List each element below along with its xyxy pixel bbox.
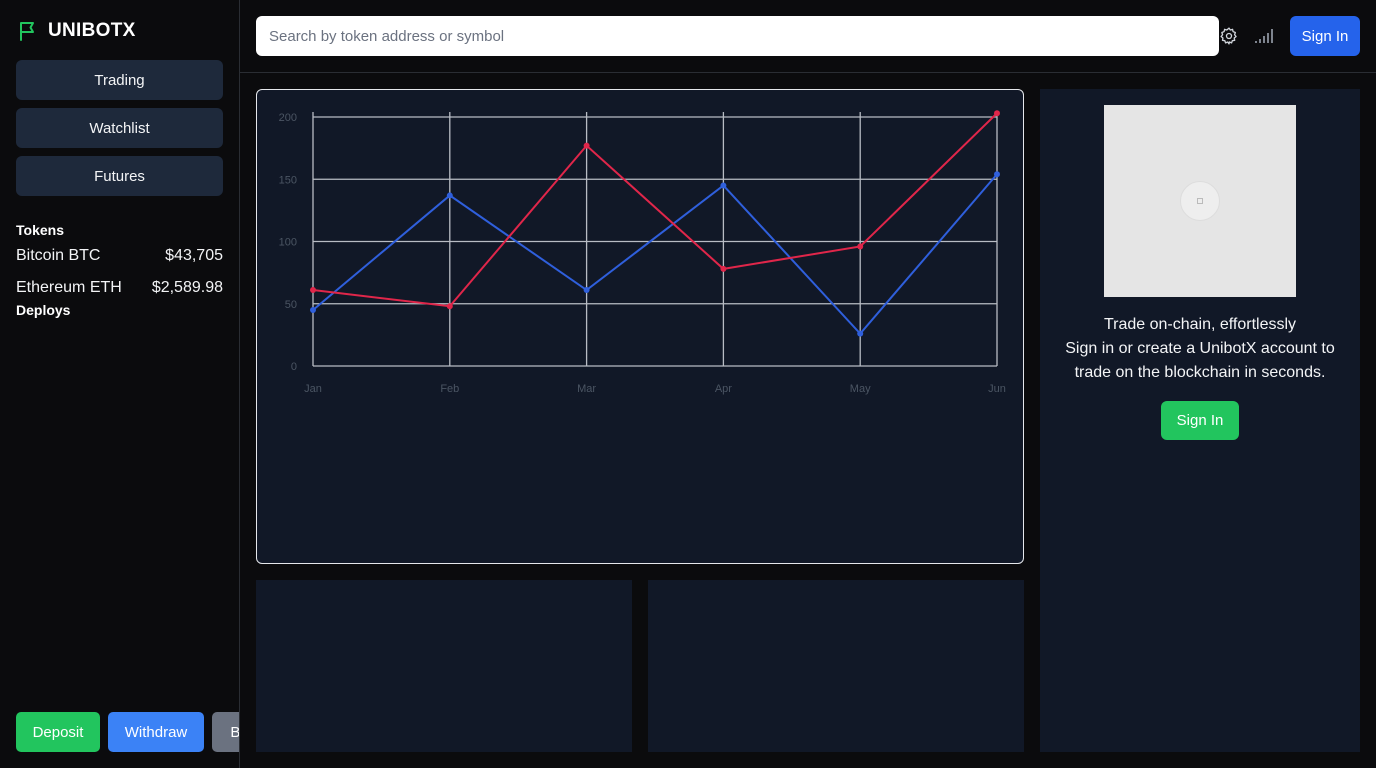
x-tick-label: Jan (304, 383, 322, 395)
data-point (857, 243, 864, 250)
tokens-title: Tokens (16, 222, 64, 238)
top-bar: Sign In (240, 0, 1376, 73)
token-price: $2,589.98 (151, 279, 223, 296)
data-point (310, 306, 316, 313)
action-buttons: Deposit Withdraw Bridge (16, 712, 239, 752)
data-point (310, 287, 316, 294)
data-point (994, 171, 1000, 178)
bottom-left-panel (256, 580, 632, 752)
token-row[interactable]: Bitcoin BTC $43,705 (16, 247, 223, 265)
promo-description: Sign in or create a UnibotX account to t… (1065, 340, 1335, 381)
signal-bars-icon[interactable] (1252, 24, 1276, 48)
nav-futures-button[interactable]: Futures (16, 156, 223, 196)
x-tick-label: Feb (440, 383, 459, 395)
data-point (720, 265, 727, 272)
y-tick-label: 200 (279, 112, 297, 124)
sign-in-button[interactable]: Sign In (1290, 16, 1360, 56)
x-tick-label: Jun (988, 383, 1006, 395)
brand[interactable]: UNIBOTX (16, 19, 136, 43)
promo-heading: Trade on-chain, effortlessly (1103, 316, 1297, 333)
token-name: Bitcoin BTC (16, 247, 101, 264)
data-point (720, 182, 727, 189)
y-tick-label: 100 (279, 237, 297, 249)
bottom-right-panel (648, 580, 1024, 752)
search-input[interactable] (256, 16, 1219, 56)
bridge-button[interactable]: Bridge (212, 712, 239, 752)
qr-center-icon (1197, 198, 1203, 204)
deposit-button[interactable]: Deposit (16, 712, 100, 752)
x-tick-label: Apr (715, 383, 732, 395)
token-name: Ethereum ETH (16, 279, 122, 296)
data-point (857, 330, 864, 337)
data-point (583, 287, 590, 294)
withdraw-button[interactable]: Withdraw (108, 712, 204, 752)
promo-text: Trade on-chain, effortlessly Sign in or … (1040, 313, 1360, 385)
token-price: $43,705 (165, 247, 223, 264)
y-tick-label: 150 (279, 174, 297, 186)
data-point (446, 192, 453, 199)
price-chart-panel: 0 50 100 150 200 Jan Feb Mar Apr May Jun (256, 89, 1024, 564)
price-chart[interactable]: 0 50 100 150 200 Jan Feb Mar Apr May Jun (257, 90, 1023, 563)
series-line-2 (312, 112, 998, 308)
nav-trading-button[interactable]: Trading (16, 60, 223, 100)
data-point (994, 110, 1000, 117)
promo-sign-in-button[interactable]: Sign In (1161, 401, 1239, 440)
sidebar: UNIBOTX Trading Watchlist Futures Tokens… (0, 0, 240, 768)
nav-watchlist-button[interactable]: Watchlist (16, 108, 223, 148)
flag-icon (20, 22, 34, 41)
brand-name: UNIBOTX (48, 20, 136, 41)
qr-code-placeholder (1104, 105, 1296, 297)
y-tick-label: 0 (291, 361, 297, 373)
signin-promo-panel: Trade on-chain, effortlessly Sign in or … (1040, 89, 1360, 752)
data-point (446, 303, 453, 310)
series-line-1 (312, 173, 998, 336)
data-point (583, 142, 590, 149)
y-tick-label: 50 (285, 299, 297, 311)
x-tick-label: May (850, 383, 871, 395)
gear-icon[interactable] (1217, 24, 1241, 48)
deploys-title: Deploys (16, 302, 71, 318)
token-row[interactable]: Ethereum ETH $2,589.98 (16, 279, 223, 297)
x-tick-label: Mar (577, 383, 596, 395)
